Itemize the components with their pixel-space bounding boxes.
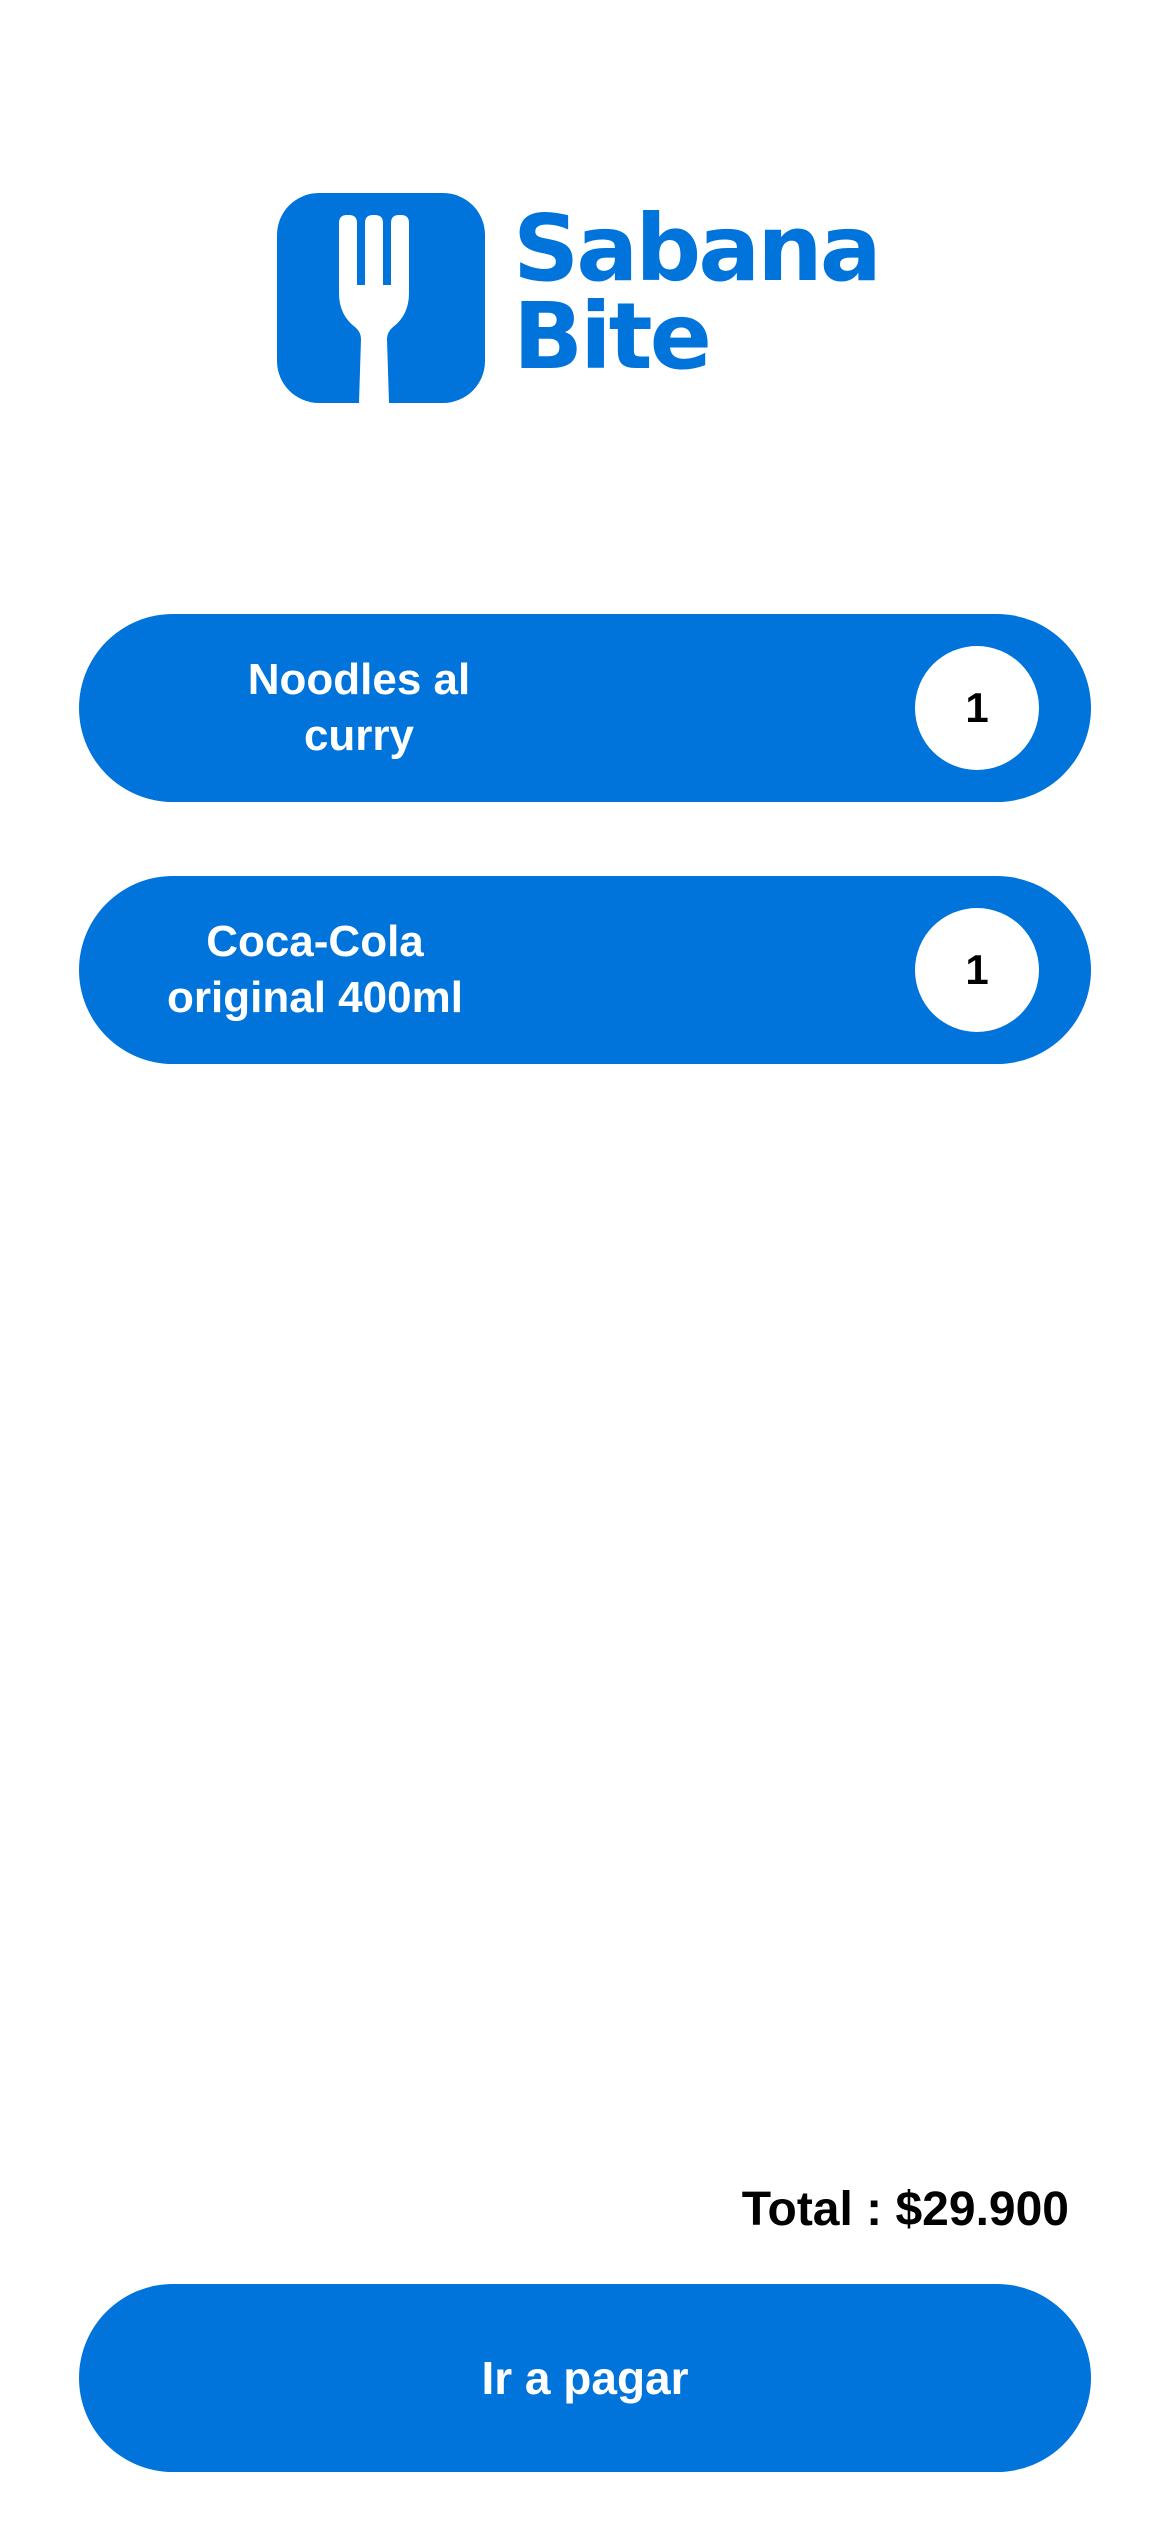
brand-name: Sabana Bite: [513, 195, 882, 390]
cart-item-name-line2: original 400ml: [167, 973, 463, 1022]
brand-name-line1: Sabana: [513, 195, 882, 302]
order-total: Total : $29.900: [741, 2183, 1069, 2236]
logo-tile: [277, 193, 485, 403]
app-logo: Sabana Bite: [277, 193, 882, 403]
cart-item-name: Noodles al curry: [159, 614, 559, 802]
quantity-badge[interactable]: 1: [915, 908, 1039, 1032]
cart-item-name-line2: curry: [303, 711, 415, 760]
cart-item-name: Coca-Cola original 400ml: [115, 876, 515, 1064]
cart-item-name-line1: Noodles al: [247, 655, 471, 704]
brand-name-line2: Bite: [513, 283, 712, 390]
quantity-badge[interactable]: 1: [915, 646, 1039, 770]
fork-icon: [339, 215, 409, 403]
cart-item[interactable]: Coca-Cola original 400ml 1: [79, 876, 1091, 1064]
pay-button[interactable]: Ir a pagar: [79, 2284, 1091, 2472]
cart-item[interactable]: Noodles al curry 1: [79, 614, 1091, 802]
cart-item-name-line1: Coca-Cola: [206, 917, 424, 966]
